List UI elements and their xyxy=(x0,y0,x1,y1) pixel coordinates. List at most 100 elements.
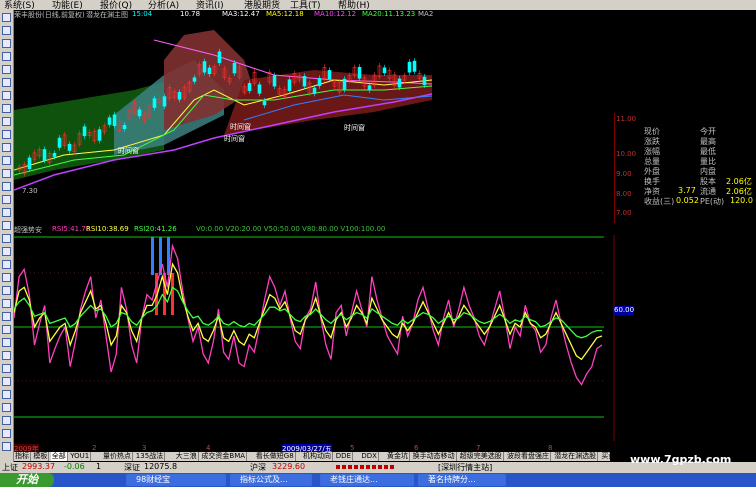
toolbar-tool-icon[interactable] xyxy=(2,26,11,35)
toolbar-tool-icon[interactable] xyxy=(2,156,11,165)
menu-bar: 系统(S) 功能(E) 报价(Q) 分析(A) 资讯(I) 港股期货 工具(T)… xyxy=(0,0,756,10)
signal-bar xyxy=(171,273,174,315)
quote-label-eps: 收益(三) xyxy=(644,197,675,206)
toolbar-tool-icon[interactable] xyxy=(2,143,11,152)
toolbar-tool-icon[interactable] xyxy=(2,351,11,360)
info-ma3: MA3:12.47 xyxy=(222,10,260,18)
toolbar-tool-icon[interactable] xyxy=(2,52,11,61)
candle-body xyxy=(287,79,292,91)
toolbar-tool-icon[interactable] xyxy=(2,104,11,113)
candle-body xyxy=(302,75,307,87)
indicator-tab[interactable]: DDE xyxy=(335,452,353,461)
candle-body xyxy=(107,117,112,125)
rsi10-value: RSI10:38.69 xyxy=(86,225,129,233)
toolbar-tool-icon[interactable] xyxy=(2,338,11,347)
toolbar-tool-icon[interactable] xyxy=(2,403,11,412)
candle-body xyxy=(52,153,57,157)
taskbar-button-label: 老钱庄通达... xyxy=(330,475,378,484)
indicator-tab[interactable]: 135战法 xyxy=(135,452,166,461)
menu-hk-futures[interactable]: 港股期货 xyxy=(244,0,280,10)
price-chart[interactable]: 7.30 时间窗 时间窗 时间窗 时间窗 xyxy=(13,20,433,223)
sh-index-change: -0.06 xyxy=(64,462,85,471)
toolbar-tool-icon[interactable] xyxy=(2,39,11,48)
indicator-tab[interactable]: 黄金坑 xyxy=(386,452,410,461)
candle-body xyxy=(217,51,222,64)
taskbar-button-label: 著名持牌分... xyxy=(428,475,476,484)
indicator-tab[interactable]: 潜龙在渊选股 xyxy=(553,452,599,461)
toolbar-tool-icon[interactable] xyxy=(2,78,11,87)
toolbar-tool-icon[interactable] xyxy=(2,312,11,321)
menu-tools[interactable]: 工具(T) xyxy=(290,0,321,10)
info-ma5: MA5:12.18 xyxy=(266,10,304,18)
signal-bar xyxy=(151,237,154,275)
toolbar-tool-icon[interactable] xyxy=(2,117,11,126)
candle-body xyxy=(357,67,362,79)
taskbar-button[interactable]: 指标公式及... xyxy=(230,474,312,486)
indicator-tab[interactable]: 波段看盘强庄 xyxy=(506,452,551,461)
menu-function[interactable]: 功能(E) xyxy=(52,0,83,10)
rsi-indicator-chart[interactable]: 100.090.0080.0070.0060.0050.0040.0030.00… xyxy=(13,234,641,441)
taskbar-button[interactable]: 老钱庄通达... xyxy=(320,474,414,486)
menu-quote[interactable]: 报价(Q) xyxy=(100,0,132,10)
info-ma20: MA20:11.13.23 xyxy=(362,10,416,18)
indicator-tab[interactable]: 换手动态移动 xyxy=(412,452,457,461)
toolbar-tool-icon[interactable] xyxy=(2,429,11,438)
toolbar-tool-icon[interactable] xyxy=(2,195,11,204)
toolbar-tool-icon[interactable] xyxy=(2,169,11,178)
menu-system[interactable]: 系统(S) xyxy=(4,0,35,10)
menu-analysis[interactable]: 分析(A) xyxy=(148,0,179,10)
taskbar-button-label: 指标公式及... xyxy=(240,475,288,484)
left-toolbar xyxy=(0,10,14,462)
start-button[interactable]: 开始 xyxy=(0,473,54,487)
toolbar-tool-icon[interactable] xyxy=(2,182,11,191)
toolbar-tool-icon[interactable] xyxy=(2,247,11,256)
toolbar-tool-icon[interactable] xyxy=(2,234,11,243)
taskbar-button-label: 98财经宝 xyxy=(136,475,171,484)
time-window-label: 时间窗 xyxy=(224,134,245,143)
toolbar-tool-icon[interactable] xyxy=(2,299,11,308)
candle-body xyxy=(327,70,332,80)
indicator-tab[interactable]: 超级完美选股 xyxy=(459,452,504,461)
indicator-tab[interactable]: 机构动向 xyxy=(302,452,333,461)
toolbar-tool-icon[interactable] xyxy=(2,364,11,373)
indicator-tab[interactable]: 大三浪 xyxy=(175,452,199,461)
toolbar-tool-icon[interactable] xyxy=(2,325,11,334)
time-window-label: 时间窗 xyxy=(118,146,139,155)
taskbar-button[interactable]: 98财经宝 xyxy=(126,474,226,486)
menu-help[interactable]: 帮助(H) xyxy=(338,0,370,10)
indicator-tab[interactable]: YOU1 xyxy=(69,452,92,461)
indicator-levels: V0:0.00 V20:20.00 V50:50.00 V80:80.00 V1… xyxy=(196,225,386,233)
indicator-tab[interactable]: 成交资金BMA xyxy=(200,452,248,461)
indicator-tab[interactable]: 全部 xyxy=(50,452,68,461)
toolbar-tool-icon[interactable] xyxy=(2,65,11,74)
candle-body xyxy=(42,149,47,161)
price-chart-svg: 7.30 时间窗 时间窗 时间窗 时间窗 xyxy=(13,30,433,195)
candle-body xyxy=(57,137,62,148)
candle-body xyxy=(412,60,417,72)
sz-index-label: 深证 xyxy=(124,463,140,472)
toolbar-tool-icon[interactable] xyxy=(2,208,11,217)
toolbar-tool-icon[interactable] xyxy=(2,221,11,230)
toolbar-tool-icon[interactable] xyxy=(2,442,11,451)
candle-body xyxy=(27,157,32,169)
indicator-tab[interactable]: 看长做短G8 xyxy=(255,452,296,461)
toolbar-tool-icon[interactable] xyxy=(2,390,11,399)
toolbar-tool-icon[interactable] xyxy=(2,130,11,139)
indicator-tab[interactable]: 量价热点 xyxy=(102,452,133,461)
toolbar-tool-icon[interactable] xyxy=(2,91,11,100)
toolbar-tool-icon[interactable] xyxy=(2,416,11,425)
indicator-tab[interactable]: DDX xyxy=(360,452,379,461)
toolbar-tool-icon[interactable] xyxy=(2,260,11,269)
taskbar-button[interactable]: 著名持牌分... xyxy=(418,474,506,486)
toolbar-tool-icon[interactable] xyxy=(2,273,11,282)
indicator-tab[interactable]: 指标 xyxy=(14,452,31,461)
indicator-tab[interactable]: 买黄趋势选股 xyxy=(600,452,610,461)
menu-info[interactable]: 资讯(I) xyxy=(196,0,224,10)
toolbar-tool-icon[interactable] xyxy=(2,13,11,22)
month-tick: 5 xyxy=(350,444,355,452)
month-tick: 2 xyxy=(92,444,97,452)
toolbar-tool-icon[interactable] xyxy=(2,286,11,295)
indicator-tab[interactable]: 模板 xyxy=(32,452,50,461)
toolbar-tool-icon[interactable] xyxy=(2,377,11,386)
server-label: [深圳行情主站] xyxy=(438,463,493,472)
